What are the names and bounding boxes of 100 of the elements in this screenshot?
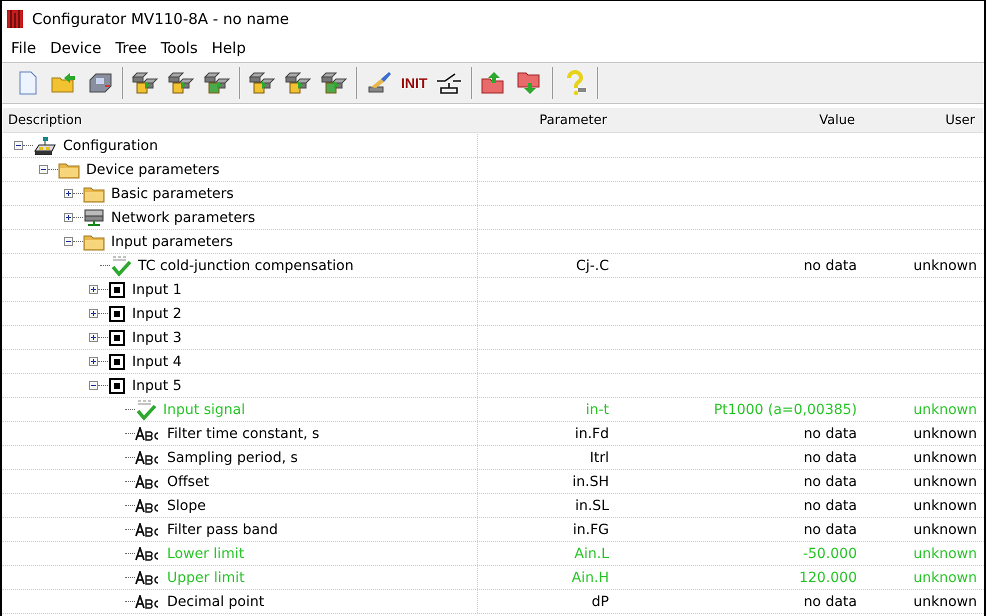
user-cell-text: unknown xyxy=(913,522,978,538)
outline-entry[interactable]: Decimal point xyxy=(167,594,264,610)
switch-icon xyxy=(435,71,464,95)
outline-entry[interactable]: Offset xyxy=(167,474,210,490)
input-box-icon xyxy=(108,304,126,322)
input-box-icon xyxy=(108,352,126,370)
value-cell-text: no data xyxy=(804,426,858,442)
device-folder-icon xyxy=(203,71,231,95)
folder-icon xyxy=(58,160,80,178)
value-cell-text: no data xyxy=(804,258,858,274)
expander-button[interactable] xyxy=(89,357,98,366)
expander-button[interactable] xyxy=(64,237,73,246)
plus-icon xyxy=(90,286,97,293)
text-type-icon xyxy=(135,546,161,560)
text-type-icon xyxy=(135,570,161,584)
parameter-cell-text: Ain.L xyxy=(574,546,610,562)
input-box-icon xyxy=(108,376,126,394)
outline-entry[interactable]: Basic parameters xyxy=(111,186,234,202)
outline-entry[interactable]: Filter pass band xyxy=(167,522,278,538)
expander-button[interactable] xyxy=(14,141,23,150)
text-type-icon xyxy=(135,426,161,440)
app-logo-icon xyxy=(6,8,24,30)
value-cell-text: no data xyxy=(804,498,858,514)
user-cell-text: unknown xyxy=(913,594,978,610)
text-type-icon xyxy=(135,522,161,536)
device-folder-icon xyxy=(320,71,348,95)
minus-icon xyxy=(65,238,72,245)
text-type-icon xyxy=(135,498,161,512)
value-cell-text: no data xyxy=(804,522,858,538)
outline-entry[interactable]: Input 1 xyxy=(132,282,182,298)
value-cell-text: no data xyxy=(804,594,858,610)
plus-icon xyxy=(90,310,97,317)
window-title: Configurator MV110-8A - no name xyxy=(32,10,289,28)
expander-button[interactable] xyxy=(89,285,98,294)
text-type-icon xyxy=(135,474,161,488)
document-icon xyxy=(18,71,38,95)
parameter-cell-text: Ain.H xyxy=(572,570,610,586)
parameter-cell-text: in-t xyxy=(586,402,610,418)
menu-item[interactable]: File xyxy=(4,39,44,57)
checkmark-icon xyxy=(135,398,157,420)
outline-entry[interactable]: Device parameters xyxy=(86,162,220,178)
expander-button[interactable] xyxy=(64,189,73,198)
plus-icon xyxy=(90,358,97,365)
user-cell-text: unknown xyxy=(913,474,978,490)
menu-item[interactable]: Device xyxy=(43,39,108,57)
menu-item[interactable]: Tools xyxy=(154,39,205,57)
parameter-cell-text: dP xyxy=(592,594,610,610)
outline-entry[interactable]: Input 3 xyxy=(132,330,182,346)
menu-item[interactable]: Tree xyxy=(108,39,154,57)
parameter-cell-text: in.SL xyxy=(575,498,610,514)
outline-entry[interactable]: Input 5 xyxy=(132,378,182,394)
text-type-icon xyxy=(135,594,161,608)
outline-entry[interactable]: Network parameters xyxy=(111,210,256,226)
parameter-cell-text: in.SH xyxy=(572,474,610,490)
expander-button[interactable] xyxy=(64,213,73,222)
parameter-cell-text: in.FG xyxy=(572,522,610,538)
device-folder-icon xyxy=(284,71,312,95)
column-header[interactable]: Parameter xyxy=(478,108,613,132)
device-folder-icon xyxy=(167,71,195,95)
value-cell-text: no data xyxy=(804,474,858,490)
user-cell-text: unknown xyxy=(913,570,978,586)
value-cell-text: 120.000 xyxy=(799,570,858,586)
user-cell-text: unknown xyxy=(913,546,978,562)
plus-icon xyxy=(65,190,72,197)
user-cell-text: unknown xyxy=(913,426,978,442)
user-cell-text: unknown xyxy=(913,498,978,514)
outline-entry[interactable]: Slope xyxy=(167,498,206,514)
column-header[interactable]: User xyxy=(861,108,981,132)
value-cell-text: no data xyxy=(804,450,858,466)
text-type-icon xyxy=(135,450,161,464)
parameter-cell-text: Cj-.C xyxy=(576,258,610,274)
column-header[interactable]: Description xyxy=(2,108,478,132)
input-box-icon xyxy=(108,280,126,298)
init-button[interactable]: INIT xyxy=(399,67,430,99)
plus-icon xyxy=(65,214,72,221)
outline-entry[interactable]: Configuration xyxy=(63,138,158,154)
folder-icon xyxy=(83,184,105,202)
column-header[interactable]: Value xyxy=(613,108,861,132)
outline-entry[interactable]: Input 2 xyxy=(132,306,182,322)
device-folder-icon xyxy=(131,71,159,95)
parameter-cell-text: in.Fd xyxy=(574,426,610,442)
value-cell-text: -50.000 xyxy=(802,546,858,562)
folder-icon xyxy=(83,232,105,250)
checkmark-icon xyxy=(110,254,132,276)
parameter-cell-text: Itrl xyxy=(590,450,610,466)
outline-entry[interactable]: Input 4 xyxy=(132,354,182,370)
user-cell-text: unknown xyxy=(913,450,978,466)
menu-item[interactable]: Help xyxy=(204,39,253,57)
device-folder-icon xyxy=(248,71,276,95)
expander-button[interactable] xyxy=(39,165,48,174)
plus-icon xyxy=(90,334,97,341)
outline-entry[interactable]: Input parameters xyxy=(111,234,233,250)
outline-entry[interactable]: Sampling period, s xyxy=(167,450,298,466)
outline-entry[interactable]: TC cold-junction compensation xyxy=(138,258,354,274)
expander-button[interactable] xyxy=(89,381,98,390)
folder-arrow-icon xyxy=(51,72,77,94)
outline-entry[interactable]: Filter time constant, s xyxy=(167,426,320,442)
value-cell-text: Pt1000 (a=0,00385) xyxy=(714,402,858,418)
expander-button[interactable] xyxy=(89,333,98,342)
expander-button[interactable] xyxy=(89,309,98,318)
